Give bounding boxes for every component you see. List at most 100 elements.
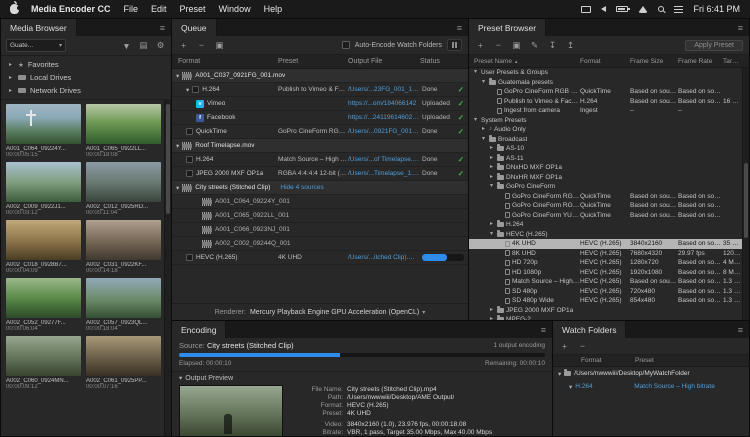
media-clip[interactable]: A002_C009_0922J1...00:00:03:12 (6, 162, 81, 216)
preset-row[interactable]: ▸DNxHD MXF OP1a (469, 163, 742, 173)
preset-row[interactable]: ▾Broadcast (469, 135, 742, 145)
preset-row[interactable]: ▾User Presets & Groups (469, 68, 742, 78)
menu-item-help[interactable]: Help (264, 4, 283, 14)
chevron-down-icon[interactable]: ▾ (176, 184, 179, 192)
output-preview-section[interactable]: ▾ Output Preview (172, 371, 552, 383)
preset-row[interactable]: ▸AS-10 (469, 144, 742, 154)
apply-preset-button[interactable]: Apply Preset (685, 40, 743, 51)
chevron-down-icon[interactable]: ▾ (488, 230, 495, 240)
output-file-link[interactable]: https://...om/184066142 (348, 97, 420, 111)
tree-item-network-drives[interactable]: ▸Network Drives (1, 84, 171, 97)
queue-row-output[interactable]: QuickTimeGoPro CineForm RGB 12-b.../User… (172, 125, 468, 139)
panel-menu-icon[interactable]: ≡ (732, 321, 749, 338)
watch-folder-row[interactable]: ▾ /Users/nwwwiii/Desktop/MyWatchFolder (553, 367, 749, 380)
queue-row-output[interactable]: HEVC (H.265)4K UHD/Users/...itched Clip)… (172, 251, 468, 265)
queue-row-output[interactable]: ▾H.264Publish to Vimeo & Facebook/Users/… (172, 83, 468, 97)
tree-item-favorites[interactable]: ▸★Favorites (1, 58, 171, 71)
tab-media-browser[interactable]: Media Browser (1, 19, 77, 36)
preset-row[interactable]: HD 720pHEVC (H.265)1280x720Based on sour… (469, 258, 742, 268)
queue-row-clip[interactable]: A001_C064_09224Y_001 (172, 195, 468, 209)
queue-row-clip[interactable]: A002_C002_09244Q_001 (172, 237, 468, 251)
create-group-icon[interactable]: ▣ (511, 39, 522, 52)
preset-row[interactable]: ▸JPEG 2000 MXF OP1a (469, 306, 742, 316)
media-scrollbar[interactable] (164, 100, 171, 436)
menu-item-window[interactable]: Window (219, 4, 251, 14)
chevron-right-icon[interactable]: ▸ (488, 144, 495, 154)
preset-row[interactable]: SD 480pHEVC (H.265)720x480Based on sourc… (469, 287, 742, 297)
media-clip[interactable]: A002_C061_0925PP...00:00:07:16 (86, 336, 161, 390)
panel-menu-icon[interactable]: ≡ (732, 19, 749, 36)
volume-icon[interactable] (601, 6, 606, 12)
preset-column-name[interactable]: Preset Name ▲ (469, 58, 580, 65)
panel-menu-icon[interactable]: ≡ (451, 19, 468, 36)
queue-row-publish[interactable]: vVimeohttps://...om/184066142Uploaded✓ (172, 97, 468, 111)
media-clip[interactable]: A002_C031_0922KF...00:00:14:18 (86, 220, 161, 274)
menu-item-media-encoder-cc[interactable]: Media Encoder CC (31, 4, 111, 14)
queue-row-publish[interactable]: fFacebookhttps://...24119614602283Upload… (172, 111, 468, 125)
chevron-right-icon[interactable]: ▸ (7, 74, 14, 81)
preset-row[interactable]: ▾GoPro CineForm (469, 182, 742, 192)
delete-preset-icon[interactable]: − (493, 39, 504, 52)
remove-icon[interactable]: − (196, 39, 207, 52)
media-clip[interactable]: A002_C060_0924MN...00:00:09:12 (6, 336, 81, 390)
chevron-right-icon[interactable]: ▸ (7, 87, 14, 94)
preset-row[interactable]: ▸♪Audio Only (469, 125, 742, 135)
hide-sources-link[interactable]: Hide 4 sources (280, 184, 323, 191)
preset-row[interactable]: GoPro CineForm RGB 12-bitQuickTimeBased … (469, 192, 742, 202)
chevron-right-icon[interactable]: ▸ (480, 125, 487, 135)
preset-row[interactable]: ▾Guatemala presets (469, 78, 742, 88)
output-file-link[interactable]: /Users/...of Timelapse.mp4 (348, 153, 420, 167)
chevron-right-icon[interactable]: ▸ (488, 154, 495, 164)
create-preset-icon[interactable]: + (475, 39, 486, 52)
panel-settings-icon[interactable]: ⚙ (155, 39, 166, 52)
output-file-link[interactable]: /Users/...Timelapse_1.mxf (348, 167, 420, 181)
pause-queue-button[interactable] (447, 39, 462, 51)
preset-row[interactable]: Match Source – High BitrateHEVC (H.265)B… (469, 277, 742, 287)
menu-item-file[interactable]: File (124, 4, 139, 14)
media-clip[interactable]: A002_C012_0925RD...00:00:11:04 (86, 162, 161, 216)
chevron-right-icon[interactable]: ▸ (488, 306, 495, 316)
export-preset-icon[interactable]: ↥ (565, 39, 576, 52)
media-clip[interactable]: A002_C057_0923QL...00:00:18:04 (86, 278, 161, 332)
chevron-down-icon[interactable]: ▾ (472, 116, 479, 126)
panel-menu-icon[interactable]: ≡ (535, 321, 552, 338)
preset-row[interactable]: HD 1080pHEVC (H.265)1920x1080Based on so… (469, 268, 742, 278)
preset-row[interactable]: Publish to Vimeo & FacebookH.264Based on… (469, 97, 742, 107)
output-file-link[interactable]: /Users/...23FG_001_1.mp4 (348, 83, 420, 97)
queue-row-source[interactable]: ▾Roof Timelapse.mov (172, 139, 468, 153)
preset-row[interactable]: SD 480p WideHEVC (H.265)854x480Based on … (469, 296, 742, 306)
preset-row[interactable]: ▸AS-11 (469, 154, 742, 164)
preset-row[interactable]: Ingest from cameraIngest–– (469, 106, 742, 116)
chevron-right-icon[interactable]: ▸ (488, 173, 495, 183)
queue-row-clip[interactable]: A001_C065_0922LL_001 (172, 209, 468, 223)
control-center-icon[interactable] (674, 6, 683, 13)
preset-row[interactable]: ▸MPEG-2 (469, 315, 742, 320)
output-checkbox[interactable] (192, 86, 199, 93)
tab-preset-browser[interactable]: Preset Browser (469, 19, 546, 36)
panel-menu-icon[interactable]: ≡ (154, 19, 171, 36)
chevron-down-icon[interactable]: ▾ (176, 72, 179, 80)
display-icon[interactable] (581, 6, 591, 13)
media-clip[interactable]: A001_C065_0922LL...00:00:18:08 (86, 104, 161, 158)
preset-scrollbar[interactable] (742, 68, 749, 320)
output-file-link[interactable]: /Users/...itched Clip).mp4 (348, 251, 420, 265)
scrollbar-thumb[interactable] (744, 163, 748, 238)
menu-item-edit[interactable]: Edit (151, 4, 167, 14)
preset-row[interactable]: ▾HEVC (H.265) (469, 230, 742, 240)
preset-row[interactable]: GoPro CineForm RGB 12-bit with alpha (Al… (469, 87, 742, 97)
filter-icon[interactable]: ▼ (121, 39, 132, 52)
tree-item-local-drives[interactable]: ▸Local Drives (1, 71, 171, 84)
output-checkbox[interactable] (186, 156, 193, 163)
chevron-right-icon[interactable]: ▸ (488, 315, 495, 320)
add-folder-icon[interactable]: + (559, 340, 570, 353)
preset-row[interactable]: 4K UHDHEVC (H.265)3840x2160Based on sour… (469, 239, 742, 249)
preset-row[interactable]: ▸H.264 (469, 220, 742, 230)
chevron-down-icon[interactable]: ▾ (480, 78, 487, 88)
tab-watch-folders[interactable]: Watch Folders (553, 321, 626, 338)
tab-queue[interactable]: Queue (172, 19, 217, 36)
chevron-right-icon[interactable]: ▸ (488, 220, 495, 230)
tab-encoding[interactable]: Encoding (172, 321, 226, 338)
output-checkbox[interactable] (186, 170, 193, 177)
watch-folder-output-row[interactable]: ▾ H.264 Match Source – High bitrate (553, 380, 749, 393)
add-source-icon[interactable]: + (178, 39, 189, 52)
